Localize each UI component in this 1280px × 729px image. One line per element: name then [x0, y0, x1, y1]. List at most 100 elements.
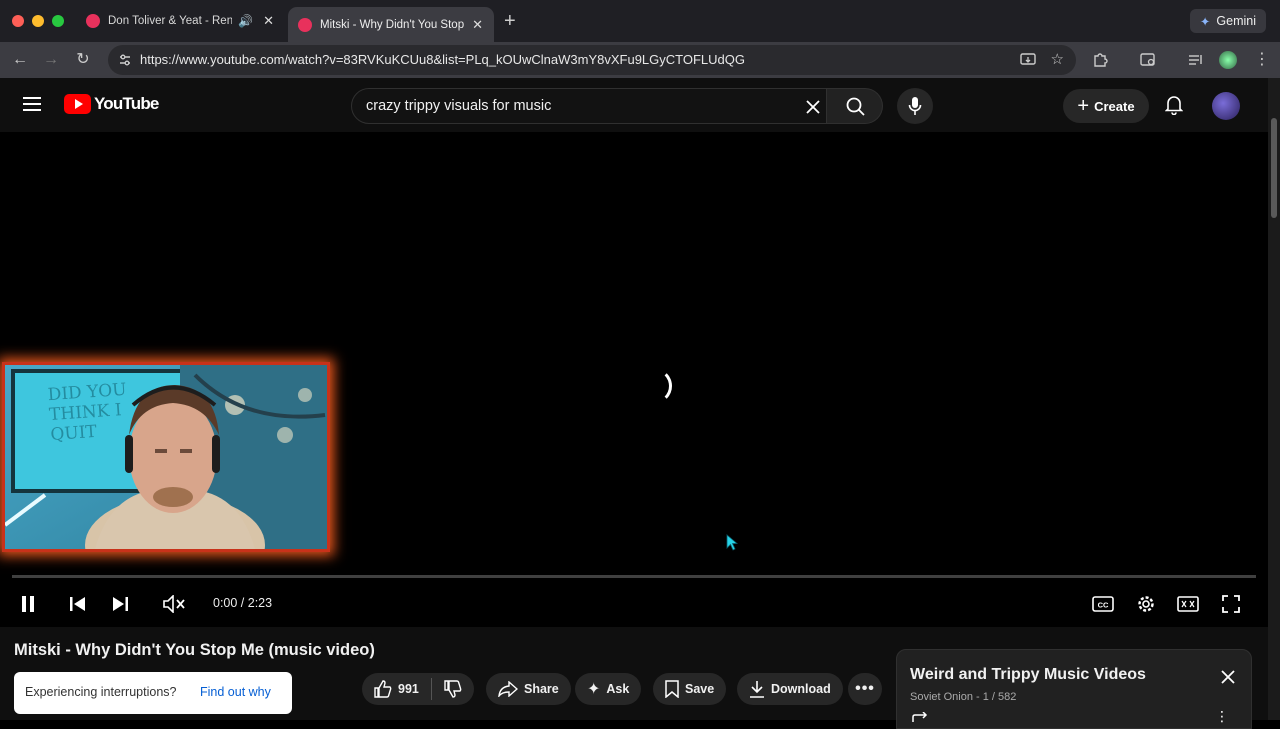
settings-button[interactable] — [1134, 592, 1158, 616]
playlist-subtitle: Soviet Onion - 1 / 582 — [910, 691, 1017, 703]
hamburger-menu-icon[interactable] — [23, 97, 41, 111]
ask-button[interactable]: ✦ Ask — [575, 673, 642, 705]
microphone-icon — [908, 97, 922, 115]
thumbs-down-icon[interactable] — [444, 680, 462, 698]
plus-icon: + — [1077, 95, 1090, 117]
next-button[interactable] — [108, 592, 132, 616]
loop-icon[interactable] — [911, 712, 929, 724]
fullscreen-icon — [1222, 595, 1240, 613]
youtube-header: YouTube crazy trippy visuals for music +… — [0, 78, 1268, 132]
like-count[interactable]: 991 — [398, 682, 419, 696]
speaker-icon[interactable]: 🔊 — [238, 14, 253, 28]
extensions-puzzle-icon[interactable] — [1092, 52, 1108, 68]
create-button[interactable]: + Create — [1063, 89, 1149, 123]
search-button[interactable] — [827, 88, 883, 124]
gemini-label: Gemini — [1216, 14, 1256, 28]
browser-tab-active[interactable]: Mitski - Why Didn't You Stop ✕ — [288, 7, 494, 42]
tab-title: Don Toliver & Yeat - Rende — [108, 15, 233, 27]
profile-avatar-icon[interactable] — [1219, 51, 1237, 69]
ask-label: Ask — [606, 682, 630, 696]
gemini-sparkle-icon: ✦ — [1199, 14, 1211, 29]
mouse-cursor-icon — [726, 534, 738, 551]
voice-search-button[interactable] — [897, 88, 933, 124]
video-title: Mitski - Why Didn't You Stop Me (music v… — [14, 641, 375, 659]
progress-bar[interactable] — [12, 575, 1256, 578]
gemini-button[interactable]: ✦ Gemini — [1189, 9, 1266, 33]
close-icon[interactable] — [1221, 670, 1235, 684]
bookmark-icon — [665, 680, 679, 698]
divider — [430, 678, 432, 700]
download-icon — [750, 681, 764, 698]
mute-button[interactable] — [162, 592, 186, 616]
more-horizontal-icon: ••• — [855, 680, 875, 697]
captions-button[interactable]: CC — [1091, 592, 1115, 616]
closed-captions-icon: CC — [1092, 596, 1114, 612]
svg-text:CC: CC — [1098, 601, 1109, 610]
fullscreen-button[interactable] — [1219, 592, 1243, 616]
bookmark-star-icon[interactable]: ☆ — [1051, 50, 1064, 68]
notifications-bell-icon[interactable] — [1165, 95, 1183, 115]
back-arrow-icon[interactable]: ← — [10, 50, 30, 70]
tab-search-icon[interactable] — [1140, 52, 1157, 68]
maximize-window-button[interactable] — [52, 15, 64, 27]
browser-tab[interactable]: Don Toliver & Yeat - Rende 🔊 ✕ — [76, 8, 284, 34]
search-box[interactable]: crazy trippy visuals for music — [351, 88, 827, 124]
thumbs-up-icon[interactable] — [374, 680, 392, 698]
sparkle-icon: ✦ — [587, 681, 601, 698]
video-player[interactable]: DID YOU THINK I QUIT 0:00 / 2:23 CC — [0, 132, 1268, 627]
browser-menu-icon[interactable]: ⋮ — [1252, 50, 1272, 70]
find-out-why-link[interactable]: Find out why — [200, 685, 271, 699]
media-controls-icon[interactable] — [1188, 53, 1204, 67]
theater-mode-button[interactable] — [1176, 592, 1200, 616]
save-label: Save — [685, 682, 715, 696]
address-bar[interactable]: https://www.youtube.com/watch?v=83RVKuKC… — [108, 45, 1076, 75]
reload-icon[interactable]: ↻ — [73, 50, 93, 70]
previous-button[interactable] — [66, 592, 90, 616]
interruption-text: Experiencing interruptions? — [25, 685, 177, 699]
browser-tab-strip: Don Toliver & Yeat - Rende 🔊 ✕ Mitski - … — [0, 0, 1280, 42]
more-actions-button[interactable]: ••• — [848, 673, 882, 705]
close-tab-icon[interactable]: ✕ — [263, 13, 274, 29]
gear-icon — [1138, 596, 1154, 612]
url-text: https://www.youtube.com/watch?v=83RVKuKC… — [140, 52, 745, 67]
pause-button[interactable] — [16, 592, 40, 616]
forward-arrow-icon[interactable]: → — [41, 50, 61, 70]
youtube-logo[interactable]: YouTube — [64, 94, 159, 114]
install-app-icon[interactable] — [1020, 53, 1036, 67]
theater-mode-icon — [1177, 596, 1199, 612]
youtube-play-logo-icon — [64, 94, 91, 114]
new-tab-button[interactable]: + — [504, 10, 516, 33]
close-tab-icon[interactable]: ✕ — [472, 17, 483, 33]
download-label: Download — [771, 682, 831, 696]
browser-toolbar: ← → ↻ https://www.youtube.com/watch?v=83… — [0, 42, 1280, 78]
page-scrollbar[interactable] — [1268, 78, 1280, 720]
save-button[interactable]: Save — [653, 673, 727, 705]
previous-track-icon — [70, 597, 85, 611]
youtube-logo-text: YouTube — [94, 94, 159, 113]
site-settings-icon[interactable] — [118, 53, 132, 67]
playlist-title[interactable]: Weird and Trippy Music Videos — [910, 666, 1146, 684]
playlist-menu-icon[interactable]: ⋮ — [1215, 708, 1229, 725]
share-button[interactable]: Share — [486, 673, 571, 705]
tab-title: Mitski - Why Didn't You Stop — [320, 18, 465, 31]
search-input[interactable]: crazy trippy visuals for music — [366, 98, 551, 114]
webcam-overlay: DID YOU THINK I QUIT — [2, 362, 330, 552]
video-details: Mitski - Why Didn't You Stop Me (music v… — [0, 627, 1268, 729]
youtube-favicon-icon — [298, 17, 312, 32]
minimize-window-button[interactable] — [32, 15, 44, 27]
like-dislike-group: 991 — [362, 673, 474, 705]
loading-spinner-icon — [636, 368, 672, 404]
muted-speaker-icon — [163, 595, 185, 613]
create-label: Create — [1094, 98, 1135, 114]
interruption-notice: Experiencing interruptions? Find out why — [14, 672, 292, 714]
download-button[interactable]: Download — [737, 673, 843, 705]
pause-icon — [22, 596, 34, 612]
next-track-icon — [113, 597, 128, 611]
close-window-button[interactable] — [12, 15, 24, 27]
youtube-music-favicon-icon — [86, 14, 100, 28]
account-avatar[interactable] — [1212, 92, 1240, 120]
share-label: Share — [524, 682, 559, 696]
scrollbar-thumb[interactable] — [1271, 118, 1277, 218]
clear-search-icon[interactable] — [806, 100, 820, 114]
player-controls: 0:00 / 2:23 CC — [0, 584, 1268, 624]
